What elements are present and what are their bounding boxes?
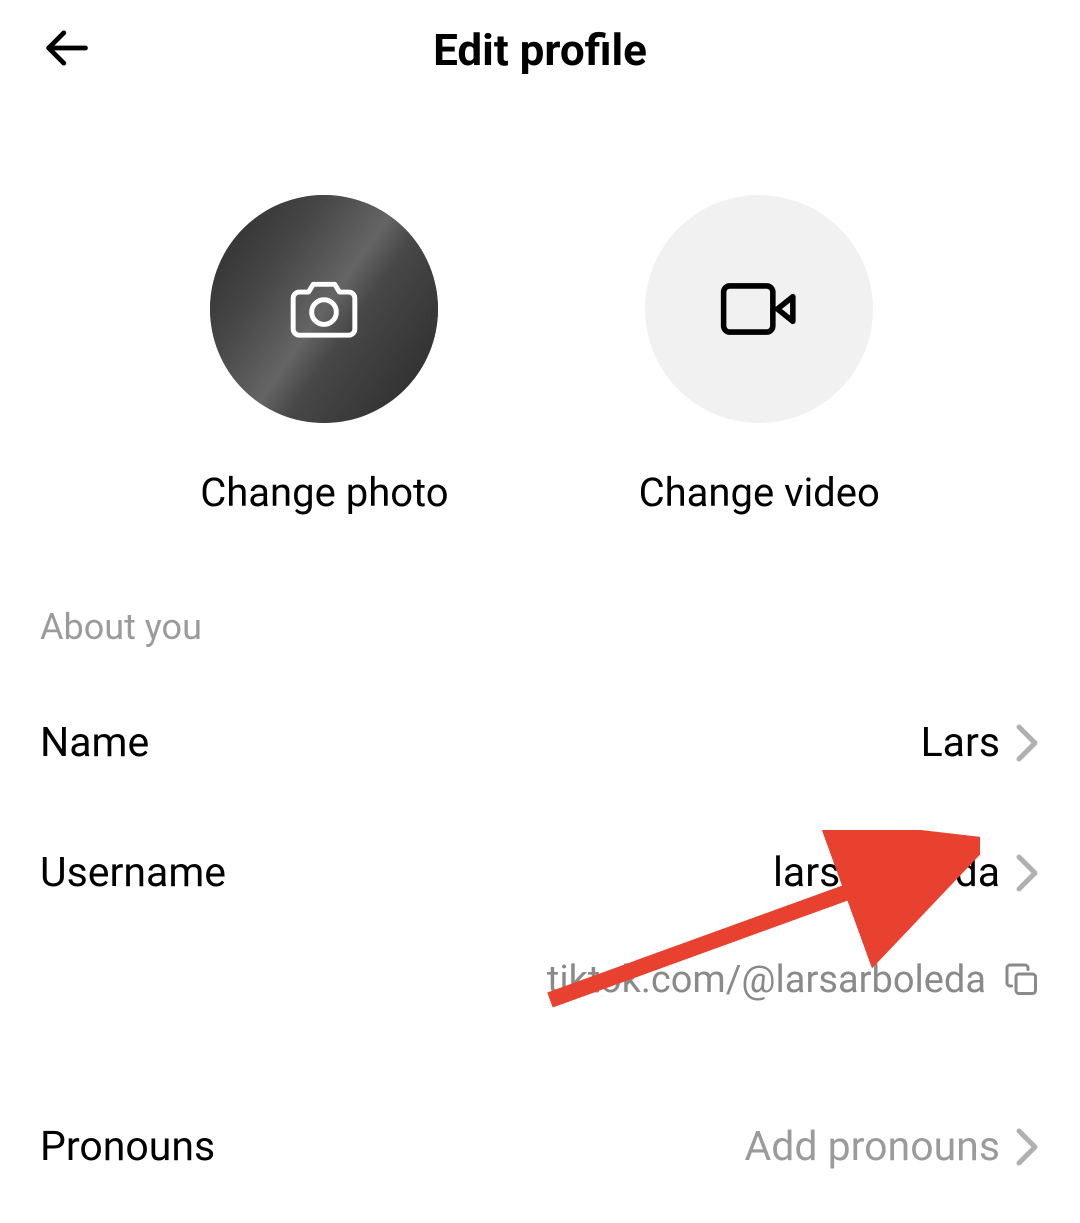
- video-camera-icon: [719, 281, 799, 337]
- copy-icon[interactable]: [1004, 962, 1040, 998]
- change-video-label: Change video: [639, 469, 880, 516]
- username-value: larsarboleda: [773, 849, 1000, 897]
- back-button[interactable]: [40, 22, 92, 78]
- pronouns-placeholder: Add pronouns: [745, 1123, 1001, 1171]
- change-photo-label: Change photo: [200, 469, 448, 516]
- pronouns-label: Pronouns: [40, 1123, 215, 1171]
- pronouns-row[interactable]: Pronouns Add pronouns: [0, 1082, 1080, 1212]
- profile-photo-preview: [210, 195, 438, 423]
- chevron-right-icon: [1014, 853, 1040, 893]
- page-title: Edit profile: [40, 24, 1040, 76]
- media-section: Change photo Change video: [0, 100, 1080, 516]
- chevron-right-icon: [1014, 1127, 1040, 1167]
- username-url-row[interactable]: tiktok.com/@larsarboleda: [0, 958, 1080, 1002]
- name-label: Name: [40, 719, 149, 767]
- arrow-left-icon: [40, 22, 92, 74]
- change-photo-button[interactable]: Change photo: [200, 195, 448, 516]
- username-url: tiktok.com/@larsarboleda: [547, 958, 986, 1002]
- change-video-button[interactable]: Change video: [639, 195, 880, 516]
- section-header-about-you: About you: [0, 606, 1080, 648]
- username-label: Username: [40, 849, 226, 897]
- profile-video-preview: [645, 195, 873, 423]
- chevron-right-icon: [1014, 723, 1040, 763]
- username-row[interactable]: Username larsarboleda: [0, 808, 1080, 938]
- name-row[interactable]: Name Lars: [0, 678, 1080, 808]
- name-value: Lars: [921, 719, 1000, 767]
- camera-icon: [287, 277, 361, 341]
